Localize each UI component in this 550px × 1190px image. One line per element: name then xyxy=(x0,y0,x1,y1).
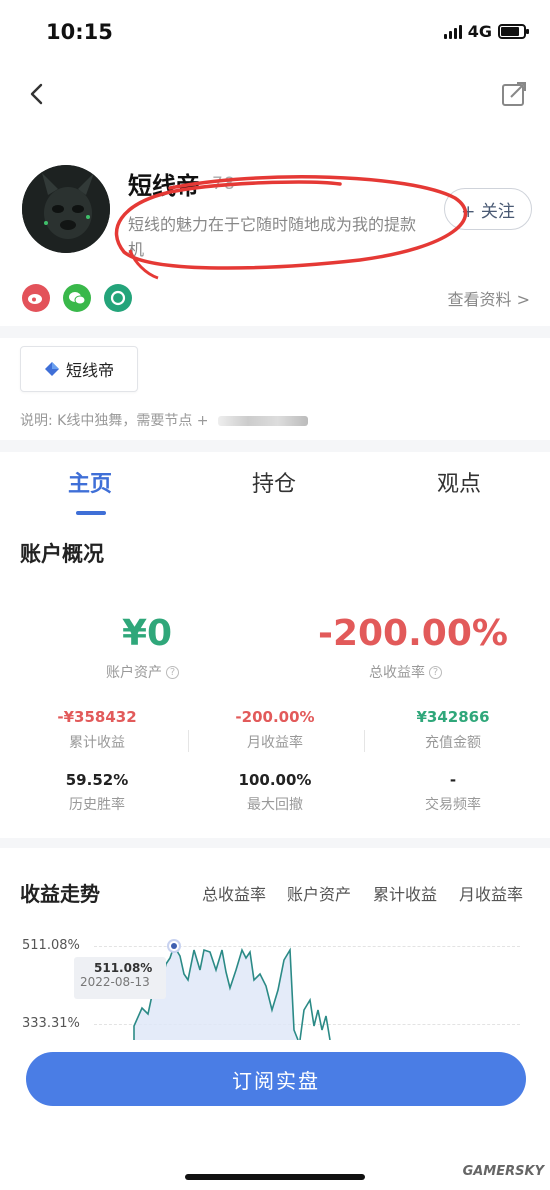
stat-winrate-value: 59.52% xyxy=(65,771,129,789)
profile-tag-label: 短线帝 xyxy=(65,361,114,380)
view-profile-link[interactable]: 查看资料 > xyxy=(448,286,531,310)
stat-cumulative-value: -¥358432 xyxy=(57,708,137,726)
watermark: GAMERSKY xyxy=(462,1164,544,1179)
stat-deposit-label: 充值金额 xyxy=(425,735,481,751)
subscribe-button[interactable]: 订阅实盘 xyxy=(26,1052,526,1106)
tooltip-date: 2022-08-13 xyxy=(80,975,150,989)
battery-icon xyxy=(498,24,529,39)
signal-icon xyxy=(443,24,462,39)
help-icon[interactable]: ? xyxy=(166,665,179,679)
profile-bio: 短线的魅力在于它随时随地成为我的提款机 xyxy=(128,215,417,259)
active-tab-indicator xyxy=(76,511,106,515)
trend-tab-cumulative[interactable]: 累计收益 xyxy=(373,881,437,905)
follow-button[interactable]: + 关注 xyxy=(444,188,532,230)
trend-tab-assets[interactable]: 账户资产 xyxy=(287,881,351,905)
weibo-icon[interactable] xyxy=(22,284,50,312)
status-icons: 4G xyxy=(443,22,529,41)
stat-frequency-value: - xyxy=(449,771,457,789)
wechat-icon[interactable] xyxy=(63,284,91,312)
share-icon[interactable] xyxy=(500,80,528,108)
trend-tab-monthly[interactable]: 月收益率 xyxy=(459,881,523,905)
return-value: -200.00% xyxy=(318,613,508,654)
stat-deposit-value: ¥342866 xyxy=(416,708,490,726)
stat-winrate-label: 历史胜率 xyxy=(69,797,125,813)
avatar[interactable] xyxy=(22,165,110,253)
blurred-text xyxy=(218,416,308,426)
y-axis-label: 511.08% xyxy=(22,938,80,953)
chart-tooltip: 511.08% 2022-08-13 xyxy=(74,957,166,999)
profile-note: 说明: K线中独舞，需要节点 + xyxy=(20,413,209,429)
diamond-icon xyxy=(44,362,59,376)
profile-tag[interactable]: 短线帝 xyxy=(20,346,138,392)
assets-label-row: 账户资产 ? xyxy=(106,662,179,682)
section-divider xyxy=(0,440,550,452)
status-time: 10:15 xyxy=(46,20,113,44)
tab-home[interactable]: 主页 xyxy=(68,466,112,498)
overview-title: 账户概况 xyxy=(20,542,104,566)
section-divider xyxy=(0,326,550,338)
stat-drawdown-value: 100.00% xyxy=(238,771,312,789)
assets-value: ¥0 xyxy=(122,613,173,654)
profile-name-extra: 78 xyxy=(212,174,236,194)
trend-title: 收益走势 xyxy=(20,882,100,906)
tab-views[interactable]: 观点 xyxy=(437,466,481,498)
stat-monthly-label: 月收益率 xyxy=(247,735,303,751)
network-label: 4G xyxy=(467,22,492,41)
stat-monthly-value: -200.00% xyxy=(235,708,315,726)
return-label: 总收益率 xyxy=(369,665,425,681)
tab-holdings[interactable]: 持仓 xyxy=(252,466,296,498)
tooltip-value: 511.08% xyxy=(94,961,153,975)
home-indicator xyxy=(185,1174,365,1180)
profile-name: 短线帝 xyxy=(128,172,200,200)
y-axis-label: 333.31% xyxy=(22,1016,80,1031)
section-divider xyxy=(0,838,550,848)
stat-divider xyxy=(364,730,365,752)
stat-cumulative-label: 累计收益 xyxy=(69,735,125,751)
trend-tab-total[interactable]: 总收益率 xyxy=(202,881,266,905)
help-icon[interactable]: ? xyxy=(429,665,442,679)
stat-frequency-label: 交易频率 xyxy=(425,797,481,813)
return-label-row: 总收益率 ? xyxy=(369,662,442,682)
stat-divider xyxy=(188,730,189,752)
back-icon[interactable] xyxy=(26,82,50,106)
trend-line-tail xyxy=(299,997,331,1040)
circle-app-icon[interactable] xyxy=(104,284,132,312)
assets-label: 账户资产 xyxy=(106,665,162,681)
stat-drawdown-label: 最大回撤 xyxy=(247,797,303,813)
